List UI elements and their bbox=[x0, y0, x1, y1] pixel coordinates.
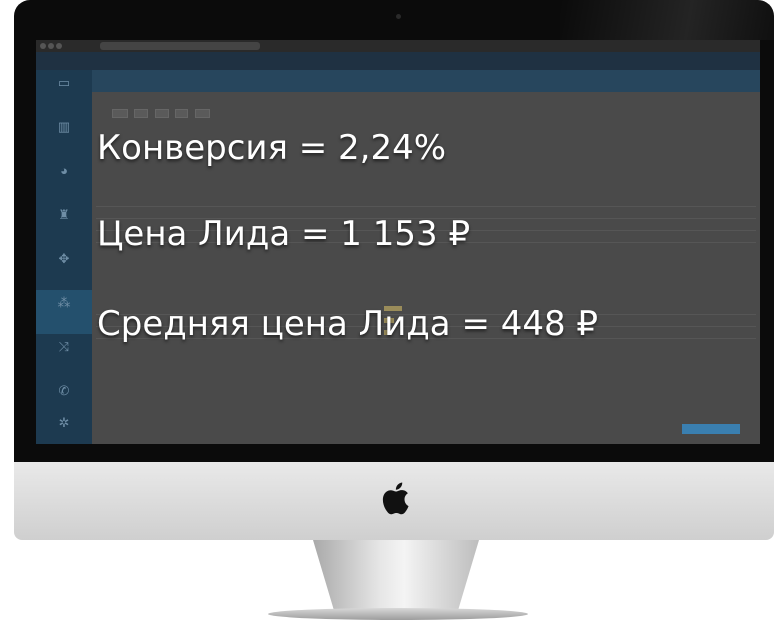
sidebar-item-traffic[interactable]: ◕ bbox=[36, 158, 92, 202]
sidebar-item-reports[interactable]: ▥ bbox=[36, 114, 92, 158]
app-topbar bbox=[36, 52, 760, 70]
apple-logo-icon bbox=[382, 482, 409, 515]
sidebar-item-settings[interactable]: ✲ bbox=[36, 410, 92, 444]
filter-chip[interactable] bbox=[133, 109, 149, 118]
pie-icon: ◕ bbox=[60, 163, 68, 178]
sidebar-item-dashboard[interactable]: ▭ bbox=[36, 70, 92, 114]
window-control-icon[interactable] bbox=[48, 43, 54, 49]
sidebar-item-sources[interactable]: ✥ bbox=[36, 246, 92, 290]
settings-icon: ✲ bbox=[58, 415, 70, 430]
sidebar: ▭ ▥ ◕ ♜ ✥ ⁂ ⤨ ✆ ✲ bbox=[36, 70, 92, 444]
page-header bbox=[92, 70, 760, 92]
filter-buttons bbox=[112, 102, 212, 118]
funnel-icon: ♜ bbox=[58, 207, 70, 222]
sidebar-item-analytics[interactable]: ⁂ bbox=[36, 290, 92, 334]
phone-icon: ✆ bbox=[58, 383, 70, 398]
lead-price-text: Цена Лида = 1 153 ₽ bbox=[97, 214, 471, 254]
browser-toolbar bbox=[36, 40, 760, 52]
filter-chip[interactable] bbox=[154, 109, 169, 118]
dashboard-icon: ▭ bbox=[57, 75, 71, 90]
action-button[interactable] bbox=[682, 424, 740, 434]
filter-chip[interactable] bbox=[194, 109, 211, 118]
conversion-text: Конверсия = 2,24% bbox=[97, 128, 447, 168]
hierarchy-icon: ⁂ bbox=[57, 295, 71, 310]
sidebar-item-management[interactable]: ♜ bbox=[36, 202, 92, 246]
filter-chip[interactable] bbox=[175, 109, 189, 118]
monitor-base bbox=[268, 608, 528, 620]
bezel-reflection bbox=[560, 0, 774, 40]
monitor-stand bbox=[313, 540, 479, 618]
chart-icon: ▥ bbox=[57, 119, 71, 134]
average-lead-price-text: Средняя цена Лида = 448 ₽ bbox=[97, 304, 599, 344]
camera-icon bbox=[396, 14, 401, 19]
window-control-icon[interactable] bbox=[40, 43, 46, 49]
target-icon: ✥ bbox=[58, 251, 70, 266]
window-control-icon[interactable] bbox=[56, 43, 62, 49]
sidebar-item-flows[interactable]: ⤨ bbox=[36, 334, 92, 378]
address-bar[interactable] bbox=[100, 42, 260, 50]
filter-chip[interactable] bbox=[112, 109, 128, 118]
table-row[interactable] bbox=[96, 196, 756, 207]
flow-icon: ⤨ bbox=[58, 339, 70, 354]
